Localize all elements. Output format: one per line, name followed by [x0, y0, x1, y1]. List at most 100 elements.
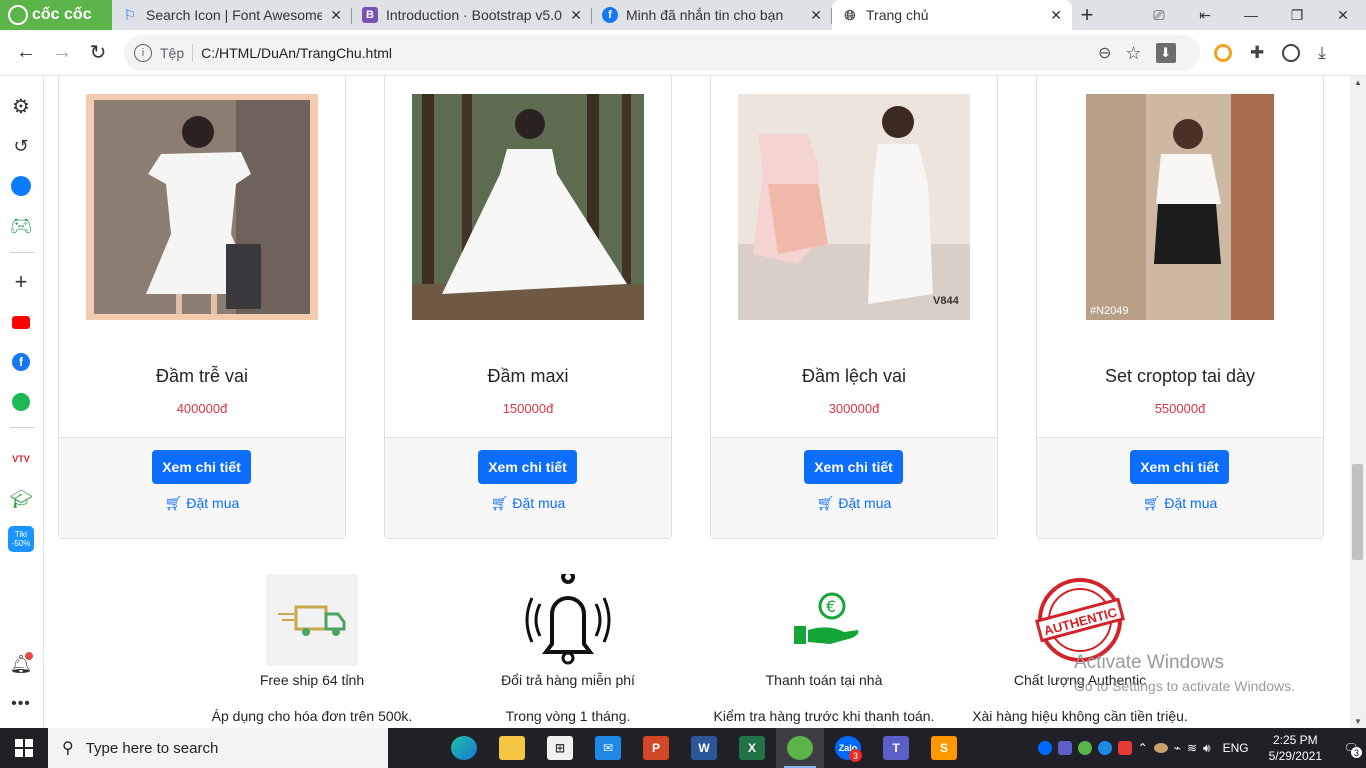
- close-icon[interactable]: ✕: [330, 7, 342, 24]
- taskbar-coccoc[interactable]: [776, 728, 824, 768]
- screenshot-icon[interactable]: ⎚: [1136, 0, 1182, 30]
- scroll-up-arrow[interactable]: ▲: [1354, 78, 1362, 87]
- taskbar-excel[interactable]: X: [728, 728, 776, 768]
- order-link[interactable]: 🛒︎ Đặt mua: [1037, 495, 1323, 512]
- network-icon[interactable]: ⌁: [1174, 741, 1181, 755]
- reload-button[interactable]: ↻: [80, 35, 116, 71]
- history-icon[interactable]: ↺: [8, 133, 34, 159]
- view-detail-button[interactable]: Xem chi tiết: [804, 450, 903, 484]
- spotify-icon[interactable]: [8, 389, 34, 415]
- taskbar-file-explorer[interactable]: [488, 728, 536, 768]
- close-window-button[interactable]: ✕: [1320, 0, 1366, 30]
- product-price: 300000đ: [828, 401, 880, 416]
- back-button[interactable]: ←: [8, 35, 44, 71]
- clock-date: 5/29/2021: [1268, 749, 1322, 763]
- maximize-button[interactable]: ❐: [1274, 0, 1320, 30]
- forward-button[interactable]: →: [44, 35, 80, 71]
- scrollbar[interactable]: ▲ ▼: [1350, 76, 1366, 728]
- tab-font-awesome[interactable]: ⚐ Search Icon | Font Awesome ✕: [112, 0, 352, 30]
- scheme-label: Tệp: [160, 45, 185, 61]
- zalo-tray-icon[interactable]: [1037, 741, 1052, 755]
- scrollbar-thumb[interactable]: [1352, 464, 1363, 560]
- taskbar-sublime[interactable]: S: [920, 728, 968, 768]
- messenger-icon[interactable]: [8, 173, 34, 199]
- youtube-icon[interactable]: [8, 309, 34, 335]
- volume-icon[interactable]: 🔊︎: [1203, 741, 1211, 756]
- product-image[interactable]: V844: [738, 94, 970, 320]
- taskbar-edge[interactable]: [440, 728, 488, 768]
- tab-facebook[interactable]: f Minh đã nhắn tin cho bạn ✕: [592, 0, 832, 30]
- scroll-down-arrow[interactable]: ▼: [1354, 717, 1362, 726]
- taskbar-zalo[interactable]: Zalo 3: [824, 728, 872, 768]
- close-icon[interactable]: ✕: [570, 7, 582, 24]
- puzzle-icon[interactable]: ✚: [1250, 43, 1264, 63]
- wifi-icon[interactable]: ≋: [1187, 741, 1197, 755]
- product-image[interactable]: #N2049: [1086, 94, 1274, 320]
- game-icon[interactable]: 🎮︎: [8, 213, 34, 239]
- coccoc-logo[interactable]: cốc cốc: [0, 0, 112, 30]
- add-icon[interactable]: +: [8, 269, 34, 295]
- feature-desc: Trong vòng 1 tháng.: [505, 708, 631, 724]
- order-link[interactable]: 🛒︎ Đặt mua: [385, 495, 671, 512]
- tray-app-icon[interactable]: [1097, 741, 1112, 755]
- taskbar-store[interactable]: ⊞: [536, 728, 584, 768]
- coccoc-icon: [787, 736, 813, 760]
- clock[interactable]: 2:25 PM 5/29/2021: [1261, 732, 1330, 764]
- taskbar-teams[interactable]: T: [872, 728, 920, 768]
- more-icon[interactable]: •••: [8, 691, 34, 717]
- address-bar[interactable]: i Tệp C:/HTML/DuAn/TrangChu.html: [124, 35, 1200, 71]
- tab-title: Introduction · Bootstrap v5.0: [386, 7, 562, 23]
- new-tab-button[interactable]: +: [1072, 0, 1102, 30]
- order-link[interactable]: 🛒︎ Đặt mua: [711, 495, 997, 512]
- star-icon[interactable]: ☆: [1125, 43, 1141, 64]
- minimize-button[interactable]: —: [1228, 0, 1274, 30]
- start-button[interactable]: [0, 728, 48, 768]
- view-detail-button[interactable]: Xem chi tiết: [152, 450, 251, 484]
- divider: [10, 252, 34, 253]
- excel-icon: X: [739, 736, 765, 760]
- close-icon[interactable]: ✕: [810, 7, 822, 24]
- order-link[interactable]: 🛒︎ Đặt mua: [59, 495, 345, 512]
- cart-icon: 🛒︎: [1142, 495, 1161, 511]
- tab-bootstrap[interactable]: B Introduction · Bootstrap v5.0 ✕: [352, 0, 592, 30]
- taskbar-mail[interactable]: ✉: [584, 728, 632, 768]
- language-indicator[interactable]: ENG: [1217, 741, 1255, 755]
- taskbar-powerpoint[interactable]: P: [632, 728, 680, 768]
- cart-icon: 🛒︎: [816, 495, 835, 511]
- profile-icon[interactable]: [1282, 44, 1301, 62]
- info-icon[interactable]: i: [134, 44, 152, 62]
- notifications-icon[interactable]: 🔔︎: [8, 651, 34, 677]
- product-image[interactable]: [86, 94, 318, 320]
- bootstrap-icon: B: [362, 7, 378, 23]
- vivaldi-tray-icon[interactable]: [1117, 741, 1132, 755]
- view-detail-button[interactable]: Xem chi tiết: [1130, 450, 1229, 484]
- tab-trang-chu[interactable]: 🌐︎ Trang chủ ✕: [832, 0, 1072, 30]
- coccoc-tray-icon[interactable]: [1077, 741, 1092, 755]
- chevron-up-icon[interactable]: ⌃: [1138, 741, 1148, 755]
- notification-center-icon[interactable]: 🗨︎ 3: [1336, 741, 1366, 758]
- settings-icon[interactable]: ⚙: [8, 93, 34, 119]
- image-text: V844: [933, 295, 960, 307]
- view-detail-button[interactable]: Xem chi tiết: [478, 450, 577, 484]
- download-page-icon[interactable]: ⬇: [1155, 43, 1176, 63]
- close-icon[interactable]: ✕: [1050, 7, 1062, 24]
- facebook-icon[interactable]: f: [8, 349, 34, 375]
- teams-tray-icon[interactable]: [1057, 741, 1072, 755]
- product-image[interactable]: [412, 94, 644, 320]
- feature-title: Thanh toán tại nhà: [765, 672, 883, 688]
- weather-icon[interactable]: [1153, 743, 1168, 753]
- mail-icon: ✉: [595, 736, 621, 760]
- tiki-icon[interactable]: Tiki -50%: [8, 526, 34, 552]
- taskbar-word[interactable]: W: [680, 728, 728, 768]
- url-text[interactable]: C:/HTML/DuAn/TrangChu.html: [201, 45, 392, 61]
- education-icon[interactable]: 🎓︎: [8, 486, 34, 512]
- back-forward-cache-icon[interactable]: ⇤: [1182, 0, 1228, 30]
- coccoc-extension-icon[interactable]: [1214, 44, 1232, 62]
- zoom-out-icon[interactable]: ⊖: [1098, 43, 1111, 63]
- extension-area: ✚ ⤓: [1214, 30, 1326, 76]
- downloads-icon[interactable]: ⤓: [1318, 43, 1326, 63]
- word-icon: W: [691, 736, 717, 760]
- vtv-icon[interactable]: VTV: [8, 446, 34, 472]
- teams-icon: T: [883, 736, 909, 760]
- taskbar-search[interactable]: ⚲ Type here to search: [48, 728, 388, 768]
